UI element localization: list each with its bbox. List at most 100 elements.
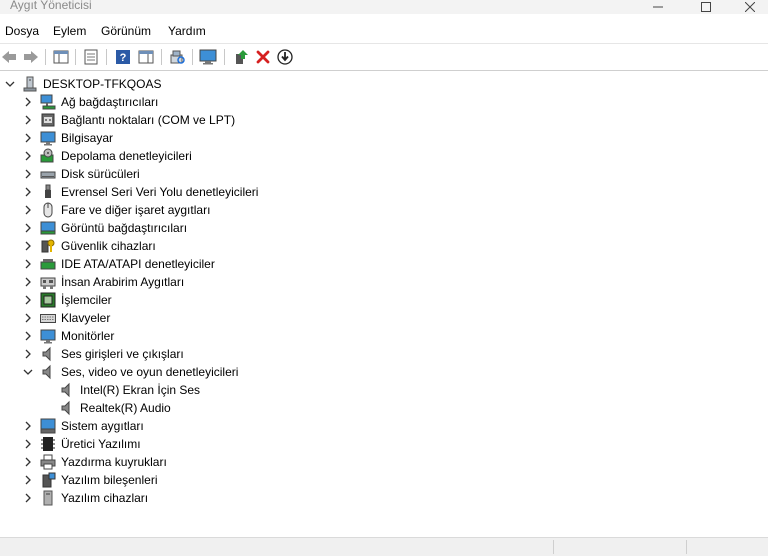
chevron-right-icon[interactable] [22,165,34,183]
properties-button[interactable] [82,48,100,66]
back-arrow-icon [2,51,16,63]
monitor-button[interactable] [199,48,217,66]
chevron-right-icon[interactable] [22,273,34,291]
chevron-right-icon[interactable] [22,129,34,147]
tree-item-ports[interactable]: Bağlantı noktaları (COM ve LPT) [22,111,235,129]
tree-item-processors[interactable]: İşlemciler [22,291,112,309]
tree-item-label: Realtek(R) Audio [80,401,171,415]
tree-item-human-interface-devices[interactable]: İnsan Arabirim Aygıtları [22,273,184,291]
status-bar-separator [553,540,554,554]
tree-item-usb-controllers[interactable]: Evrensel Seri Veri Yolu denetleyicileri [22,183,258,201]
show-action-pane-button[interactable] [137,48,155,66]
tree-item-sound-video-game-controllers[interactable]: Ses, video ve oyun denetleyicileri [22,363,238,381]
tree-item-label: Bağlantı noktaları (COM ve LPT) [61,113,236,127]
chevron-right-icon[interactable] [22,471,34,489]
tree-item-label: Monitörler [61,329,115,343]
chevron-right-icon[interactable] [22,417,34,435]
chevron-right-icon[interactable] [22,291,34,309]
tree-item-label: Yazılım cihazları [61,491,149,505]
tree-item-label: Güvenlik cihazları [61,239,156,253]
tree-item-label: Ses, video ve oyun denetleyicileri [61,365,239,379]
update-driver-button[interactable] [232,48,250,66]
monitor-icon [40,328,56,344]
tree-item-label: Üretici Yazılımı [61,437,141,451]
chevron-right-icon[interactable] [22,255,34,273]
chevron-right-icon[interactable] [22,489,34,507]
display-adapter-icon [40,220,56,236]
speaker-icon [40,346,56,362]
status-bar-separator [686,540,687,554]
chevron-right-icon[interactable] [22,201,34,219]
tree-item-display-adapters[interactable]: Görüntü bağdaştırıcıları [22,219,187,237]
help-button[interactable]: ? [114,48,132,66]
usb-icon [40,184,56,200]
forward-arrow-icon [24,51,38,63]
firmware-icon [40,436,56,452]
chevron-right-icon[interactable] [22,237,34,255]
tree-item-system-devices[interactable]: Sistem aygıtları [22,417,144,435]
chevron-right-icon[interactable] [22,327,34,345]
chevron-right-icon[interactable] [22,111,34,129]
tree-item-label: Ağ bağdaştırıcıları [61,95,159,109]
forward-button[interactable] [22,48,40,66]
toolbar: ? [0,43,768,71]
tree-item-mice[interactable]: Fare ve diğer işaret aygıtları [22,201,210,219]
storage-controller-icon [40,148,56,164]
chevron-right-icon[interactable] [22,309,34,327]
maximize-button[interactable] [686,0,726,14]
menu-bar: Dosya Eylem Görünüm Yardım [0,20,768,42]
tree-item-firmware[interactable]: Üretici Yazılımı [22,435,141,453]
monitor-icon [199,49,217,65]
title-bar: Aygıt Yöneticisi [0,0,768,14]
security-key-icon [40,238,56,254]
tree-item-label: Bilgisayar [61,131,114,145]
tree-item-keyboards[interactable]: Klavyeler [22,309,110,327]
chevron-right-icon[interactable] [22,345,34,363]
tree-item-security-devices[interactable]: Güvenlik cihazları [22,237,156,255]
download-circle-icon [277,49,293,65]
disable-device-button[interactable] [276,48,294,66]
menu-view[interactable]: Görünüm [101,24,151,38]
help-icon: ? [116,50,130,64]
mouse-icon [40,202,56,218]
action-pane-icon [138,50,154,64]
tree-root-node[interactable]: DESKTOP-TFKQOAS [4,75,161,93]
back-button[interactable] [0,48,18,66]
tree-item-realtek-audio[interactable]: Realtek(R) Audio [59,399,171,417]
uninstall-device-button[interactable] [254,48,272,66]
chevron-down-icon[interactable] [4,75,16,93]
chevron-right-icon[interactable] [22,93,34,111]
tree-item-network-adapters[interactable]: Ağ bağdaştırıcıları [22,93,158,111]
tree-item-software-components[interactable]: Yazılım bileşenleri [22,471,157,489]
computer-icon [22,76,38,92]
tree-item-disk-drives[interactable]: Disk sürücüleri [22,165,140,183]
tree-item-software-devices[interactable]: Yazılım cihazları [22,489,148,507]
minimize-button[interactable] [638,0,678,14]
scan-hardware-changes-button[interactable] [168,48,186,66]
device-tree: DESKTOP-TFKQOAS Ağ bağdaştırıcıları Bağl… [0,75,768,530]
show-hide-console-tree-button[interactable] [52,48,70,66]
menu-help[interactable]: Yardım [168,24,206,38]
chevron-right-icon[interactable] [22,219,34,237]
menu-file[interactable]: Dosya [5,24,39,38]
menu-action[interactable]: Eylem [53,24,86,38]
chevron-right-icon[interactable] [22,147,34,165]
software-device-icon [40,490,56,506]
chevron-right-icon[interactable] [22,453,34,471]
delete-x-icon [256,50,270,64]
close-button[interactable] [730,0,768,14]
tree-item-computer[interactable]: Bilgisayar [22,129,113,147]
tree-item-label: Görüntü bağdaştırıcıları [61,221,188,235]
tree-item-print-queues[interactable]: Yazdırma kuyrukları [22,453,167,471]
tree-item-storage-controllers[interactable]: Depolama denetleyicileri [22,147,192,165]
chevron-right-icon[interactable] [22,183,34,201]
minimize-icon [653,6,663,8]
tree-item-intel-display-audio[interactable]: Intel(R) Ekran İçin Ses [59,381,200,399]
chevron-down-icon[interactable] [22,363,34,381]
tree-item-ide-controllers[interactable]: IDE ATA/ATAPI denetleyiciler [22,255,215,273]
chevron-right-icon[interactable] [22,435,34,453]
tree-item-label: İşlemciler [61,293,112,307]
tree-item-monitors[interactable]: Monitörler [22,327,114,345]
scan-hardware-icon [170,50,185,64]
tree-item-audio-inputs-outputs[interactable]: Ses girişleri ve çıkışları [22,345,184,363]
